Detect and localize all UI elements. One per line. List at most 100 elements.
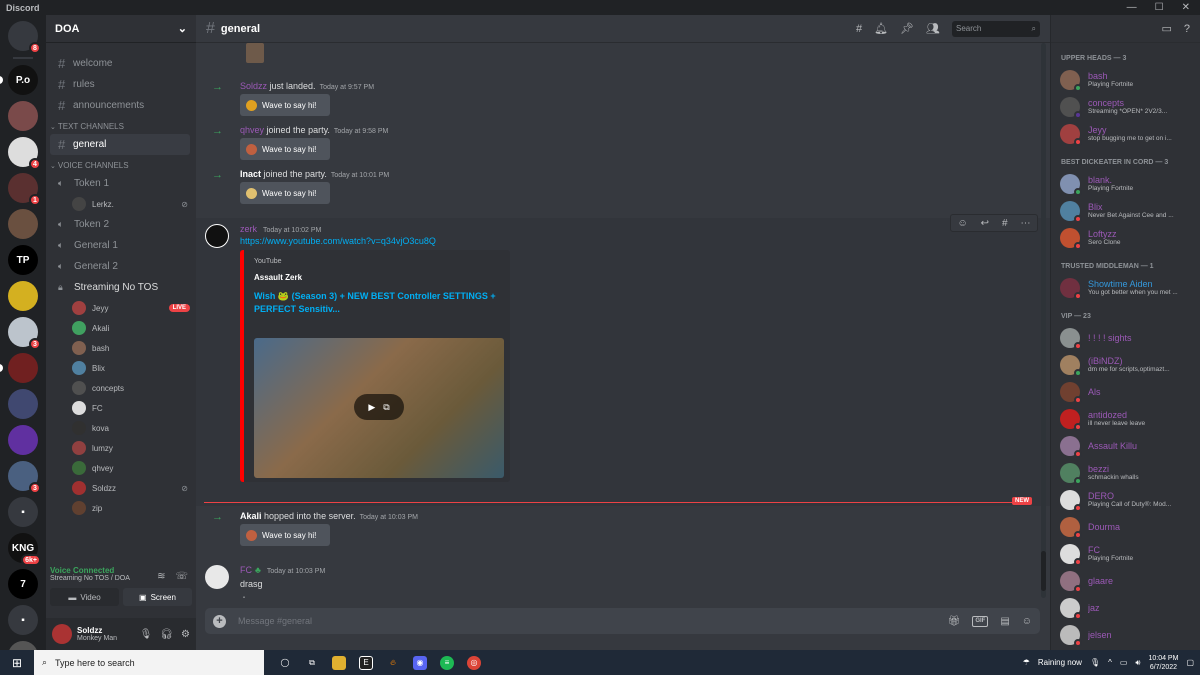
member-item[interactable]: blank. Playing Fortnite	[1051, 170, 1200, 197]
noise-suppression-icon[interactable]: ≋	[157, 571, 165, 582]
add-reaction-icon[interactable]: ☺	[957, 218, 967, 229]
members-icon[interactable]: 👥︎	[926, 22, 940, 35]
server-tp[interactable]: TP	[8, 245, 38, 275]
voice-user[interactable]: lumzy	[46, 438, 196, 458]
message-link[interactable]: https://www.youtube.com/watch?v=q34vjO3c…	[240, 236, 436, 246]
member-item[interactable]: glaare	[1051, 567, 1200, 594]
server-12[interactable]: 3	[8, 461, 41, 494]
embed-provider[interactable]: YouTube	[254, 258, 500, 265]
category-text-channels[interactable]: ⌄ TEXT CHANNELS	[46, 116, 196, 134]
channel-welcome[interactable]: # welcome	[50, 53, 190, 74]
image-attachment[interactable]	[246, 43, 264, 63]
gear-icon[interactable]: ⚙	[181, 629, 190, 640]
server-10[interactable]	[8, 389, 38, 419]
gift-icon[interactable]: 🎁︎	[948, 616, 961, 627]
play-button[interactable]: ▶ ⧉	[354, 394, 404, 420]
voice-user[interactable]: Blix	[46, 358, 196, 378]
avatar[interactable]	[205, 565, 229, 589]
message-author[interactable]: zerk	[240, 224, 257, 234]
discord-home[interactable]: 8	[8, 21, 41, 54]
video-thumbnail[interactable]: ▶ ⧉	[254, 338, 504, 478]
flame-app-icon[interactable]: 🔥︎	[386, 656, 400, 670]
weather-text[interactable]: Raining now	[1038, 658, 1082, 667]
member-item[interactable]: Jeyy stop bugging me to get on i...	[1051, 120, 1200, 147]
member-item[interactable]: Loftyzz Sero Clone	[1051, 224, 1200, 251]
widgets-icon[interactable]: ⧉	[305, 656, 319, 670]
search-input[interactable]: Search ⌕	[952, 20, 1040, 37]
server-pogs[interactable]: P.o	[0, 65, 38, 95]
upload-plus-icon[interactable]: +	[213, 614, 226, 628]
thread-icon[interactable]: #	[1002, 218, 1008, 229]
server-7[interactable]	[8, 281, 38, 311]
screen-button[interactable]: ▣ Screen	[123, 588, 192, 606]
scrollbar-thumb[interactable]	[1041, 551, 1046, 591]
maximize-button[interactable]: ☐	[1155, 2, 1164, 13]
folder-2[interactable]: ▪	[8, 605, 38, 635]
file-explorer-icon[interactable]	[332, 655, 346, 670]
network-icon[interactable]: ▭	[1120, 658, 1128, 667]
gif-icon[interactable]: GIF	[972, 615, 989, 627]
message-input[interactable]	[238, 616, 948, 626]
voice-user[interactable]: Akali	[46, 318, 196, 338]
message-author[interactable]: Inact	[240, 169, 261, 179]
more-icon[interactable]: ⋯	[1021, 218, 1031, 229]
voice-channel-general-1[interactable]: 🔈︎ General 1	[50, 235, 190, 256]
reply-icon[interactable]: ↩	[981, 218, 989, 229]
pin-icon[interactable]: 📌︎	[900, 22, 914, 35]
message-author[interactable]: FC	[240, 565, 252, 575]
volume-icon[interactable]: 🔊︎	[1135, 658, 1140, 668]
member-item[interactable]: Showtime Aiden You got better when you me…	[1051, 274, 1200, 301]
server-header[interactable]: DOA ⌄	[46, 15, 196, 43]
voice-user[interactable]: zip	[46, 498, 196, 518]
voice-user[interactable]: kova	[46, 418, 196, 438]
help-icon[interactable]: ?	[1184, 23, 1190, 35]
member-item[interactable]: FC Playing Fortnite	[1051, 540, 1200, 567]
voice-user[interactable]: bash	[46, 338, 196, 358]
wave-button[interactable]: Wave to say hi!	[240, 524, 330, 546]
epic-games-icon[interactable]: E	[359, 655, 373, 670]
server-18[interactable]	[8, 641, 38, 650]
member-item[interactable]: antidozed ill never leave leave	[1051, 405, 1200, 432]
wave-button[interactable]: Wave to say hi!	[240, 182, 330, 204]
mic-icon[interactable]: 🎙︎	[1090, 658, 1100, 667]
member-item[interactable]: Als	[1051, 378, 1200, 405]
voice-user[interactable]: Jeyy LIVE	[46, 298, 196, 318]
member-item[interactable]: bash Playing Fortnite	[1051, 66, 1200, 93]
close-button[interactable]: ✕	[1182, 2, 1190, 13]
voice-user[interactable]: Lerkz. ⊘	[46, 194, 196, 214]
server-4[interactable]: 1	[8, 173, 41, 206]
spotify-icon[interactable]: ≡	[440, 655, 454, 670]
avatar[interactable]	[52, 624, 72, 644]
server-kng[interactable]: KNG 6k+	[8, 533, 41, 566]
server-3[interactable]: 4	[8, 137, 41, 170]
tray-expand-icon[interactable]: ^	[1108, 658, 1112, 667]
server-5[interactable]	[8, 209, 38, 239]
minimize-button[interactable]: —	[1127, 2, 1137, 13]
server-2[interactable]	[8, 101, 38, 131]
disconnect-icon[interactable]: ☏	[175, 571, 188, 582]
clock[interactable]: 10:04 PM 6/7/2022	[1148, 654, 1178, 672]
video-button[interactable]: ▬ Video	[50, 588, 119, 606]
channel-rules[interactable]: # rules	[50, 74, 190, 95]
mic-muted-icon[interactable]: 🎙︎	[140, 629, 153, 640]
sticker-icon[interactable]: ▤	[1000, 616, 1009, 627]
headphones-icon[interactable]: 🎧︎	[160, 629, 173, 640]
embed-title[interactable]: Wish 🐸 (Season 3) + NEW BEST Controller …	[254, 290, 504, 316]
member-item[interactable]: (iBiNDZ) dm me for scripts,optimazt...	[1051, 351, 1200, 378]
notifications-icon[interactable]: ▢	[1186, 658, 1194, 667]
member-item[interactable]: ! ! ! ! sights	[1051, 324, 1200, 351]
voice-channel-token-1[interactable]: 🔈︎ Token 1	[50, 173, 190, 194]
member-item[interactable]: Dourma	[1051, 513, 1200, 540]
discord-icon[interactable]: ◉	[413, 655, 427, 670]
windows-start-icon[interactable]: ⊞	[0, 656, 34, 670]
voice-user[interactable]: Soldzz ⊘	[46, 478, 196, 498]
member-item[interactable]: jaz	[1051, 594, 1200, 621]
member-item[interactable]: Blix Never Bet Against Cee and ...	[1051, 197, 1200, 224]
member-item[interactable]: concepts Streaming *OPEN* 2V2/3...	[1051, 93, 1200, 120]
message-author[interactable]: Soldzz	[240, 81, 267, 91]
wave-button[interactable]: Wave to say hi!	[240, 94, 330, 116]
voice-user[interactable]: concepts	[46, 378, 196, 398]
scrollbar[interactable]	[1041, 43, 1046, 598]
wave-button[interactable]: Wave to say hi!	[240, 138, 330, 160]
taskbar-search[interactable]: ⌕ Type here to search	[34, 650, 264, 675]
